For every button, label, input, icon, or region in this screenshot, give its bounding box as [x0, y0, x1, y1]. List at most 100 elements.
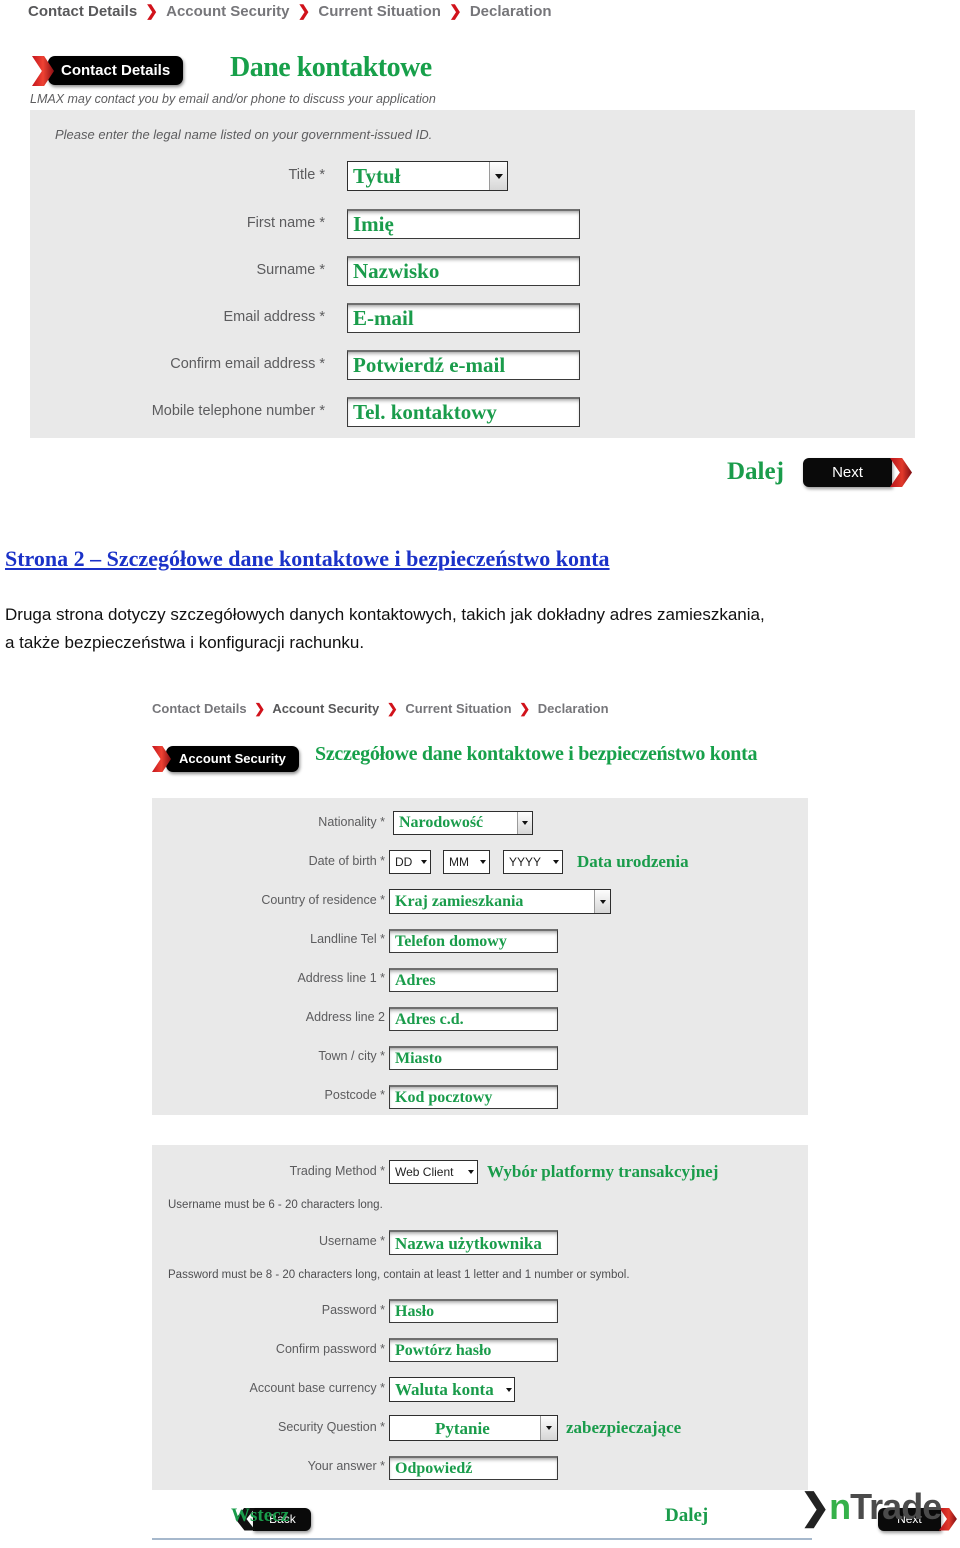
- breadcrumb-item-declaration[interactable]: Declaration: [470, 3, 552, 20]
- title-select[interactable]: Tytuł: [347, 161, 508, 191]
- address-line-1-input[interactable]: Adres: [389, 968, 558, 992]
- address-line-2-value: Adres c.d.: [395, 1010, 464, 1028]
- trading-method-annotation-pl: Wybór platformy transakcyjnej: [487, 1162, 719, 1181]
- legal-name-hint: Please enter the legal name listed on yo…: [55, 127, 433, 142]
- chevron-down-icon[interactable]: [517, 812, 532, 834]
- dob-annotation-pl: Data urodzenia: [577, 852, 689, 871]
- label-address-line-1: Address line 1 *: [297, 971, 385, 985]
- step-pill2-label: Account Security: [179, 751, 286, 766]
- footer-divider: [152, 1538, 812, 1540]
- surname-input[interactable]: Nazwisko: [347, 256, 580, 286]
- label-town-city: Town / city *: [318, 1049, 385, 1063]
- username-rule-text: Username must be 6 - 20 characters long.: [168, 1199, 383, 1211]
- dob-month-select[interactable]: MM: [443, 850, 490, 874]
- country-of-residence-select[interactable]: Kraj zamieszkania: [389, 889, 611, 914]
- account-base-currency-select[interactable]: Waluta konta: [389, 1377, 515, 1402]
- your-answer-input[interactable]: Odpowiedź: [389, 1456, 558, 1480]
- security-question-annotation-pl: zabezpieczające: [566, 1418, 682, 1437]
- trading-method-select[interactable]: Web Client: [389, 1160, 478, 1184]
- confirm-password-value: Powtórz hasło: [395, 1341, 492, 1359]
- mobile-telephone-input[interactable]: Tel. kontaktowy: [347, 397, 580, 427]
- breadcrumb-item-current-situation[interactable]: Current Situation: [318, 3, 441, 20]
- page-title-pl-1: Dane kontaktowe: [230, 52, 432, 83]
- dob-day-value: DD: [395, 855, 413, 869]
- username-value: Nazwa użytkownika: [395, 1233, 542, 1253]
- chevron-down-icon[interactable]: [549, 860, 562, 864]
- breadcrumb2-item-contact-details[interactable]: Contact Details: [152, 701, 247, 716]
- postcode-input[interactable]: Kod pocztowy: [389, 1085, 558, 1109]
- section-paragraph-line-2: a także bezpieczeństwa i konfiguracji ra…: [5, 633, 365, 652]
- town-city-value: Miasto: [395, 1049, 443, 1067]
- section-paragraph-line-1: Druga strona dotyczy szczegółowych danyc…: [5, 605, 765, 624]
- breadcrumb2-item-account-security[interactable]: Account Security: [272, 701, 379, 716]
- confirm-email-input[interactable]: Potwierdź e-mail: [347, 350, 580, 380]
- breadcrumb-separator-icon: ❯: [145, 3, 158, 20]
- address-line-2-input[interactable]: Adres c.d.: [389, 1007, 558, 1031]
- nationality-select[interactable]: Narodowość: [393, 811, 533, 835]
- password-input[interactable]: Hasło: [389, 1299, 558, 1323]
- breadcrumb2-separator-icon: ❯: [386, 701, 398, 716]
- breadcrumb-bottom: Contact Details ❯ Account Security ❯ Cur…: [152, 701, 609, 717]
- label-email-address: Email address *: [223, 309, 325, 325]
- label-mobile-telephone: Mobile telephone number *: [151, 403, 325, 419]
- your-answer-value: Odpowiedź: [395, 1459, 473, 1477]
- country-of-residence-value: Kraj zamieszkania: [395, 892, 524, 910]
- chevron-down-icon[interactable]: [476, 860, 489, 864]
- label-landline-tel: Landline Tel *: [310, 932, 385, 946]
- label-confirm-email: Confirm email address *: [170, 356, 325, 372]
- nationality-value: Narodowość: [399, 814, 484, 831]
- breadcrumb-item-contact-details[interactable]: Contact Details: [28, 3, 137, 20]
- label-confirm-password: Confirm password *: [275, 1342, 385, 1356]
- confirm-email-value: Potwierdź e-mail: [353, 353, 506, 377]
- address-line-1-value: Adres: [395, 971, 436, 989]
- breadcrumb2-item-declaration[interactable]: Declaration: [538, 701, 609, 716]
- dob-day-select[interactable]: DD: [389, 850, 431, 874]
- security-question-select[interactable]: Pytanie: [389, 1415, 558, 1441]
- ontrade-logo: ❯nTrade: [800, 1486, 942, 1528]
- password-value: Hasło: [395, 1302, 435, 1320]
- back-label-pl: Wstecz: [231, 1505, 290, 1526]
- email-address-value: E-mail: [353, 306, 414, 330]
- email-address-input[interactable]: E-mail: [347, 303, 580, 333]
- chevron-down-icon[interactable]: [503, 1387, 514, 1392]
- chevron-down-icon[interactable]: [464, 1170, 477, 1174]
- dob-year-value: YYYY: [509, 855, 542, 869]
- breadcrumb2-item-current-situation[interactable]: Current Situation: [405, 701, 511, 716]
- breadcrumb-item-account-security[interactable]: Account Security: [166, 3, 289, 20]
- trading-method-value: Web Client: [395, 1165, 454, 1179]
- chevron-down-icon[interactable]: [489, 162, 507, 190]
- chevron-down-icon[interactable]: [417, 860, 430, 864]
- postcode-value: Kod pocztowy: [395, 1088, 493, 1106]
- dob-year-select[interactable]: YYYY: [503, 850, 563, 874]
- mobile-telephone-value: Tel. kontaktowy: [353, 400, 497, 424]
- dob-month-value: MM: [449, 855, 469, 869]
- first-name-input[interactable]: Imię: [347, 209, 580, 239]
- label-surname: Surname *: [256, 262, 325, 278]
- label-first-name: First name *: [246, 215, 325, 231]
- security-question-value: Pytanie: [435, 1418, 490, 1438]
- confirm-password-input[interactable]: Powtórz hasło: [389, 1338, 558, 1362]
- next-button-label: Next: [832, 464, 863, 481]
- username-input[interactable]: Nazwa użytkownika: [389, 1230, 558, 1255]
- landline-tel-input[interactable]: Telefon domowy: [389, 929, 558, 953]
- chevron-right-icon: [890, 458, 912, 487]
- surname-value: Nazwisko: [353, 259, 440, 283]
- logo-text: Trade: [850, 1486, 942, 1527]
- password-rule-text: Password must be 8 - 20 characters long,…: [168, 1269, 630, 1281]
- next-button-1[interactable]: Next: [803, 458, 912, 487]
- contact-subtitle: LMAX may contact you by email and/or pho…: [30, 92, 436, 106]
- town-city-input[interactable]: Miasto: [389, 1046, 558, 1070]
- breadcrumb-separator-icon: ❯: [449, 3, 462, 20]
- chevron-down-icon[interactable]: [594, 890, 610, 913]
- breadcrumb2-separator-icon: ❯: [254, 701, 266, 716]
- next-label-pl-1: Dalej: [727, 458, 784, 485]
- next-label-pl-2: Dalej: [665, 1505, 709, 1526]
- first-name-value: Imię: [353, 212, 394, 236]
- breadcrumb-separator-icon: ❯: [297, 3, 311, 20]
- step-pill-account-security[interactable]: Account Security: [166, 746, 299, 772]
- label-security-question: Security Question *: [278, 1420, 385, 1434]
- step-pill-contact-details[interactable]: Contact Details: [48, 56, 184, 85]
- label-address-line-2: Address line 2: [305, 1010, 385, 1024]
- breadcrumb-top: Contact Details ❯ Account Security ❯ Cur…: [28, 2, 552, 20]
- chevron-down-icon[interactable]: [540, 1416, 557, 1440]
